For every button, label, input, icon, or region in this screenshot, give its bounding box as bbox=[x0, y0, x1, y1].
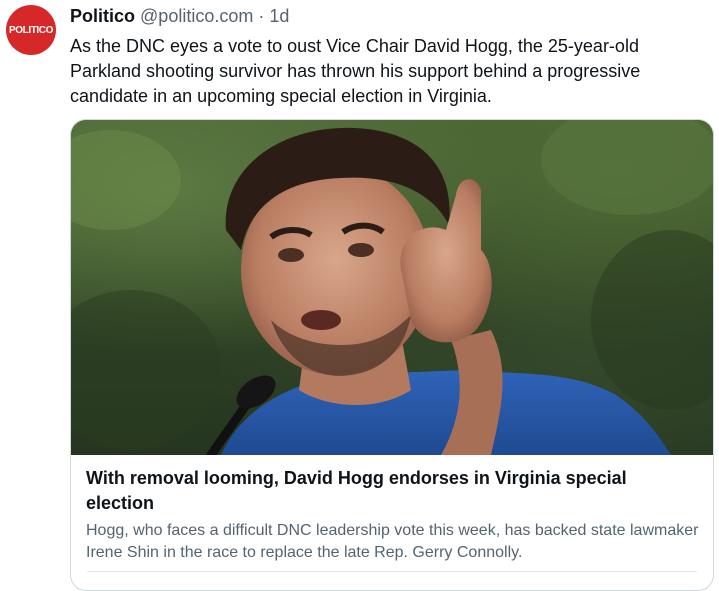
news-photo-icon bbox=[71, 120, 713, 455]
tweet-text: As the DNC eyes a vote to oust Vice Chai… bbox=[70, 36, 641, 106]
post-timestamp[interactable]: 1d bbox=[269, 6, 289, 26]
card-title[interactable]: With removal looming, David Hogg endorse… bbox=[86, 466, 696, 516]
author-handle[interactable]: @politico.com bbox=[140, 6, 253, 26]
tweet-header: Politico @politico.com · 1d bbox=[70, 4, 289, 28]
card-divider bbox=[87, 571, 697, 572]
author-name[interactable]: Politico bbox=[70, 6, 135, 26]
link-card[interactable]: With removal looming, David Hogg endorse… bbox=[70, 119, 714, 591]
card-image[interactable] bbox=[71, 120, 713, 455]
header-separator: · bbox=[258, 6, 265, 26]
author-avatar[interactable]: POLITICO bbox=[6, 5, 56, 55]
card-description: Hogg, who faces a difficult DNC leadersh… bbox=[86, 522, 699, 561]
avatar-logo-text: POLITICO bbox=[8, 24, 54, 36]
